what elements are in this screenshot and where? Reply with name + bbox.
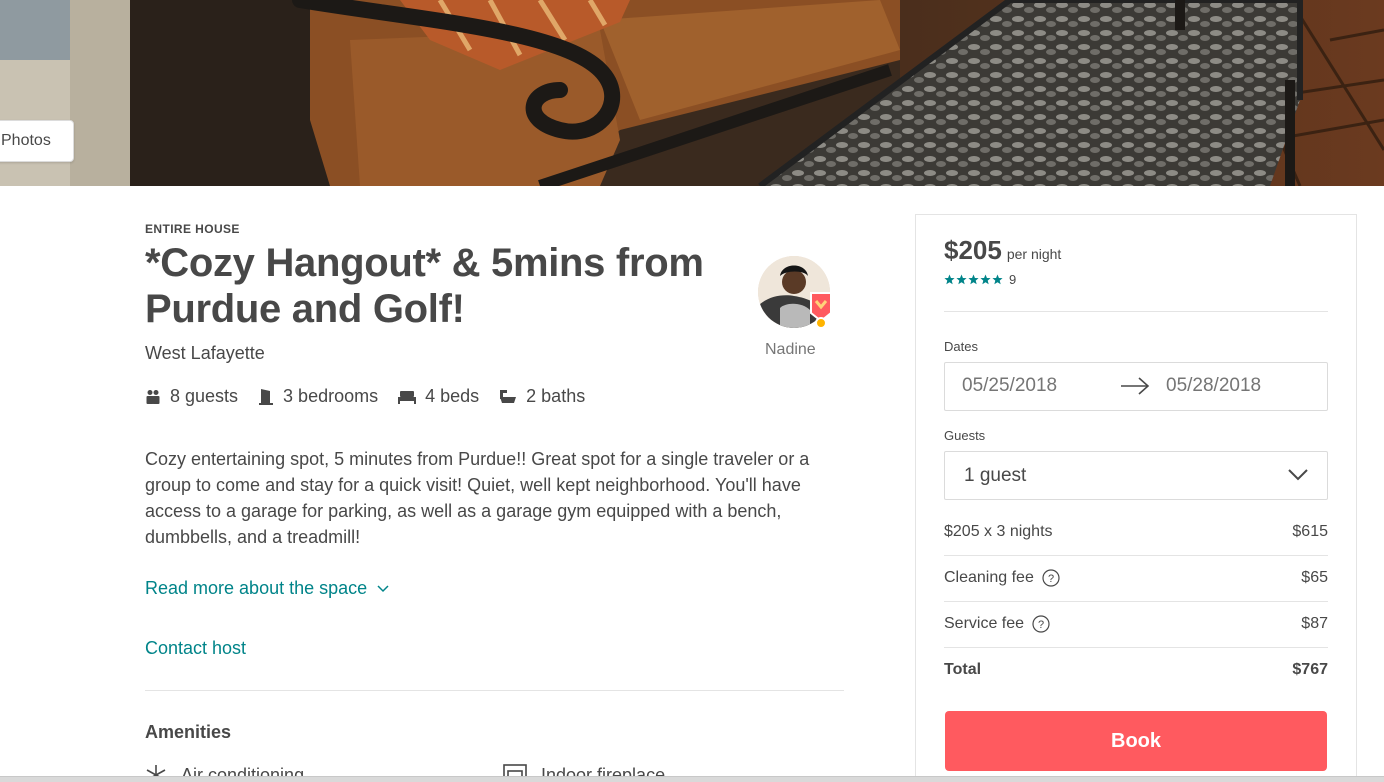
beds-icon [398,390,417,404]
fact-baths-label: 2 baths [526,386,586,406]
card-divider [944,555,1328,556]
guests-value: 1 guest [964,465,1027,486]
line-item-amount: $65 [1301,569,1328,586]
review-count: 9 [1009,272,1017,287]
star-icon [980,274,991,285]
superhost-badge-icon [808,291,834,329]
hero-image [0,0,1384,186]
line-item-amount: $87 [1301,615,1328,632]
fact-bedrooms-label: 3 bedrooms [283,386,379,406]
window-bottom-edge [0,776,1384,782]
baths-icon [500,389,517,403]
dates-picker[interactable]: 05/25/2018 05/28/2018 [944,362,1328,411]
fact-beds: 4 beds [398,386,479,407]
book-button[interactable]: Book [945,711,1327,771]
check-out-input[interactable]: 05/28/2018 [1166,375,1261,397]
svg-text:?: ? [1048,573,1054,585]
chevron-down-icon [377,584,389,592]
listing-city[interactable]: West Lafayette [145,343,265,364]
arrow-right-icon [1121,377,1150,395]
line-item-label: Service fee [944,615,1025,632]
listing-facts: 8 guests 3 bedrooms 4 beds 2 baths [145,386,605,407]
bedrooms-icon [259,388,274,405]
price-per-night: $205 per night [944,235,1061,266]
listing-type-label: ENTIRE HOUSE [145,222,240,236]
photos-button[interactable]: Photos [0,120,74,162]
star-rating [944,274,1004,285]
listing-description: Cozy entertaining spot, 5 minutes from P… [145,449,810,547]
service-fee-label-group: Service fee ? [944,615,1050,633]
price-amount: $205 [944,235,1002,265]
price-unit: per night [1006,246,1062,262]
guests-label: Guests [944,428,986,443]
guests-dropdown[interactable]: 1 guest [944,451,1328,500]
line-item-label: Cleaning fee [944,569,1034,586]
star-icon [968,274,979,285]
chevron-down-icon [1288,469,1308,481]
total-label: Total [944,661,982,678]
listing-title: *Cozy Hangout* & 5mins from Purdue and G… [145,241,704,331]
svg-text:?: ? [1038,619,1044,631]
contact-host-link[interactable]: Contact host [145,638,246,659]
check-in-input[interactable]: 05/25/2018 [962,375,1057,397]
fact-beds-label: 4 beds [425,386,480,406]
guests-icon [146,389,160,404]
hero-photo[interactable]: Photos [0,0,1384,186]
star-icon [956,274,967,285]
fact-bedrooms: 3 bedrooms [258,386,378,407]
fact-baths: 2 baths [499,386,585,407]
star-icon [944,274,955,285]
nightly-subtotal-row: $205 x 3 nights $615 [944,523,1328,541]
help-icon[interactable]: ? [1042,569,1060,587]
read-more-link[interactable]: Read more about the space [145,578,389,599]
service-fee-row: Service fee ? $87 [944,615,1328,633]
read-more-label[interactable]: Read more about the space [145,578,367,599]
card-divider [944,601,1328,602]
card-divider [944,647,1328,648]
star-icon [992,274,1003,285]
line-item-amount: $615 [1292,523,1328,540]
amenities-heading: Amenities [145,722,232,742]
section-divider [145,690,844,691]
line-item-label: $205 x 3 nights [944,523,1053,540]
card-divider [944,311,1328,312]
total-row: Total $767 [944,661,1328,679]
cleaning-fee-row: Cleaning fee ? $65 [944,569,1328,587]
total-amount: $767 [1292,661,1328,678]
rating-summary[interactable]: 9 [944,272,1016,287]
fact-guests: 8 guests [145,386,238,407]
dates-label: Dates [944,339,978,354]
fact-guests-label: 8 guests [170,386,239,406]
help-icon[interactable]: ? [1032,615,1050,633]
host-name[interactable]: Nadine [765,341,816,359]
cleaning-fee-label-group: Cleaning fee ? [944,569,1060,587]
